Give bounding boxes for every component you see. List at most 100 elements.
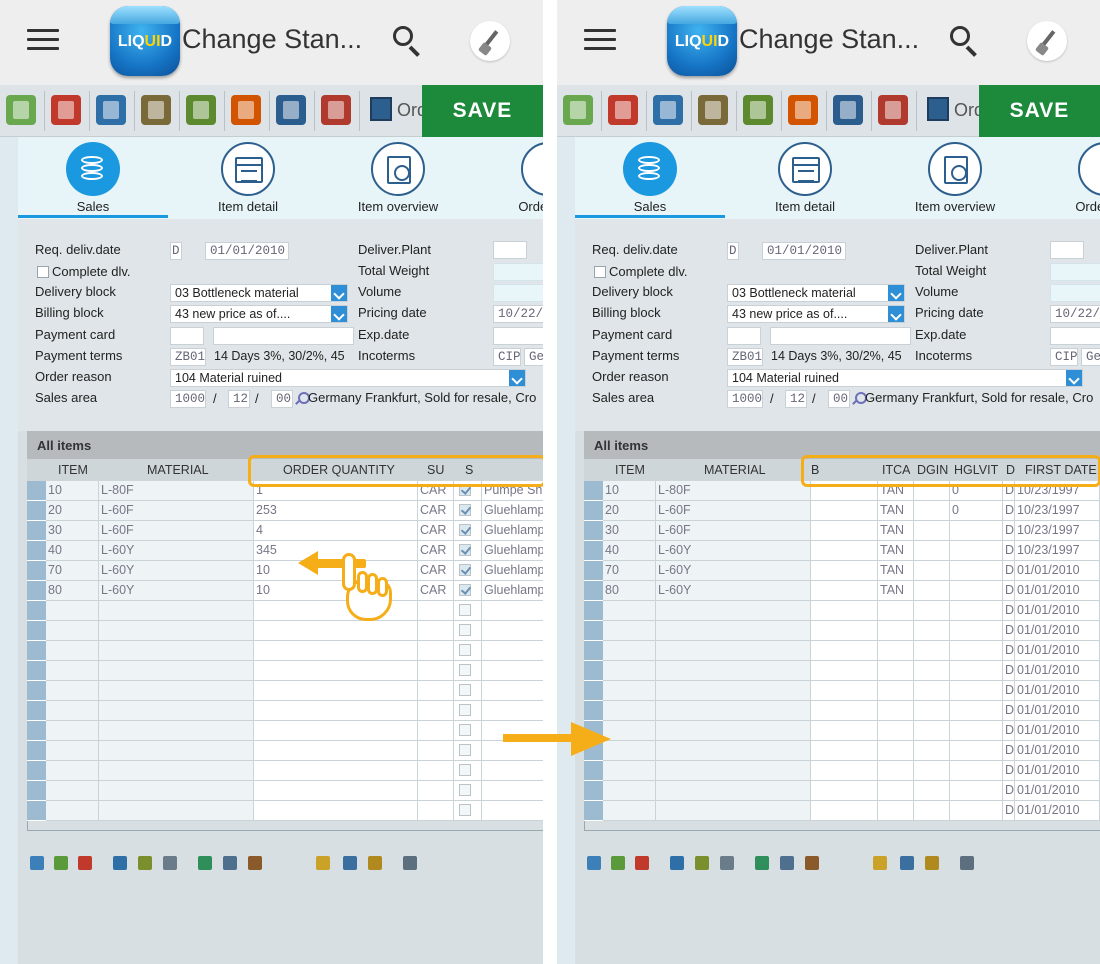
incoterms-text-field[interactable]: Ge: [524, 348, 543, 366]
req-deliv-date-field[interactable]: 01/01/2010: [762, 242, 846, 260]
row-checkbox[interactable]: [459, 584, 471, 596]
document-arrow-icon[interactable]: [653, 95, 683, 125]
table-row[interactable]: [27, 701, 543, 721]
cell-desc[interactable]: [482, 641, 543, 661]
cell-date[interactable]: 01/01/2010: [1015, 581, 1100, 601]
save-button[interactable]: SAVE: [422, 85, 543, 137]
tab-item-detail[interactable]: Item detail: [730, 137, 880, 219]
cell-desc[interactable]: [482, 701, 543, 721]
deliver-plant-field[interactable]: [1050, 241, 1084, 259]
cell-qty[interactable]: [254, 801, 418, 821]
find-icon[interactable]: [30, 856, 44, 870]
incoterms-text-field[interactable]: Ge: [1081, 348, 1100, 366]
cell-material[interactable]: L-60F: [656, 501, 811, 521]
cell-su[interactable]: [418, 681, 454, 701]
cell-su[interactable]: [418, 641, 454, 661]
cell-qty[interactable]: [254, 641, 418, 661]
cell-desc[interactable]: [482, 621, 543, 641]
cell-material[interactable]: L-60F: [99, 501, 254, 521]
delete-icon[interactable]: [321, 95, 351, 125]
cell-chk[interactable]: [454, 581, 482, 601]
payment-card-type-field[interactable]: [727, 327, 761, 345]
row-checkbox[interactable]: [459, 804, 471, 816]
cell-d[interactable]: D: [1003, 561, 1015, 581]
cell-su[interactable]: [418, 801, 454, 821]
add-row-icon[interactable]: [611, 856, 625, 870]
row-checkbox[interactable]: [459, 544, 471, 556]
cell-chk[interactable]: [454, 741, 482, 761]
distribution-channel-field[interactable]: 12: [785, 390, 807, 408]
sum-icon[interactable]: [316, 856, 330, 870]
row-checkbox[interactable]: [459, 564, 471, 576]
cell-desc[interactable]: Gluehlamp: [482, 521, 543, 541]
pricing-date-field[interactable]: 10/22/1: [1050, 305, 1100, 323]
cell-chk[interactable]: [454, 561, 482, 581]
billing-block-select[interactable]: 43 new price as of....: [170, 305, 348, 323]
column-header-item[interactable]: ITEM: [58, 463, 88, 477]
complete-dlv-checkbox[interactable]: [594, 266, 606, 278]
table-row[interactable]: [27, 721, 543, 741]
table-row[interactable]: [27, 621, 543, 641]
cell-date[interactable]: 10/23/1997: [1015, 521, 1100, 541]
row-selector[interactable]: [584, 501, 603, 521]
edit-icon[interactable]: [925, 856, 939, 870]
cell-item[interactable]: [46, 601, 99, 621]
row-selector[interactable]: [27, 761, 46, 781]
orders-button[interactable]: Ord: [370, 94, 427, 126]
table-row[interactable]: D 01/01/2010: [584, 721, 1100, 741]
cell-desc[interactable]: [482, 681, 543, 701]
delete-row-icon[interactable]: [78, 856, 92, 870]
cell-material[interactable]: [99, 741, 254, 761]
cell-su[interactable]: CAR: [418, 521, 454, 541]
table-row[interactable]: [27, 741, 543, 761]
cell-dgin[interactable]: [914, 521, 950, 541]
table-row[interactable]: D 01/01/2010: [584, 801, 1100, 821]
tab-item-overview[interactable]: Item overview: [880, 137, 1030, 219]
cell-item[interactable]: [46, 681, 99, 701]
cell-partial[interactable]: [811, 561, 878, 581]
exp-date-field[interactable]: [1050, 327, 1100, 345]
table-row[interactable]: 80 L-60Y TAN D 01/01/2010: [584, 581, 1100, 601]
cell-desc[interactable]: Gluehlamp: [482, 501, 543, 521]
row-selector[interactable]: [27, 541, 46, 561]
cell-material[interactable]: [99, 681, 254, 701]
cell-su[interactable]: [418, 721, 454, 741]
display-document-icon[interactable]: [6, 95, 36, 125]
table-row[interactable]: 40 L-60Y 345 CAR Gluehlamp: [27, 541, 543, 561]
cell-d[interactable]: D: [1003, 521, 1015, 541]
cell-itca[interactable]: TAN: [878, 521, 914, 541]
row-selector[interactable]: [27, 801, 46, 821]
table-row[interactable]: D 01/01/2010: [584, 681, 1100, 701]
cell-chk[interactable]: [454, 701, 482, 721]
cell-su[interactable]: CAR: [418, 561, 454, 581]
table-row[interactable]: D 01/01/2010: [584, 661, 1100, 681]
payment-terms-code[interactable]: ZB01: [170, 348, 206, 366]
row-checkbox[interactable]: [459, 784, 471, 796]
row-checkbox[interactable]: [459, 604, 471, 616]
row-selector[interactable]: [584, 581, 603, 601]
cell-su[interactable]: CAR: [418, 581, 454, 601]
payment-card-field[interactable]: [770, 327, 911, 345]
cell-chk[interactable]: [454, 801, 482, 821]
deselect-icon[interactable]: [138, 856, 152, 870]
partner-person-icon[interactable]: [186, 95, 216, 125]
cell-d[interactable]: D: [1003, 541, 1015, 561]
row-checkbox[interactable]: [459, 504, 471, 516]
cell-item[interactable]: [46, 781, 99, 801]
check-cancel-icon[interactable]: [51, 95, 81, 125]
row-selector[interactable]: [584, 701, 603, 721]
row-checkbox[interactable]: [459, 644, 471, 656]
row-checkbox[interactable]: [459, 684, 471, 696]
cell-material[interactable]: L-80F: [656, 481, 811, 501]
delete-icon[interactable]: [878, 95, 908, 125]
cell-qty[interactable]: 4: [254, 521, 418, 541]
req-deliv-date-type[interactable]: D: [170, 242, 182, 260]
cell-partial[interactable]: [811, 521, 878, 541]
cell-hglvit[interactable]: [950, 521, 1003, 541]
row-selector[interactable]: [27, 581, 46, 601]
cell-dgin[interactable]: [914, 561, 950, 581]
search-help-icon[interactable]: [294, 391, 310, 405]
cell-chk[interactable]: [454, 781, 482, 801]
cell-chk[interactable]: [454, 641, 482, 661]
row-selector[interactable]: [584, 541, 603, 561]
